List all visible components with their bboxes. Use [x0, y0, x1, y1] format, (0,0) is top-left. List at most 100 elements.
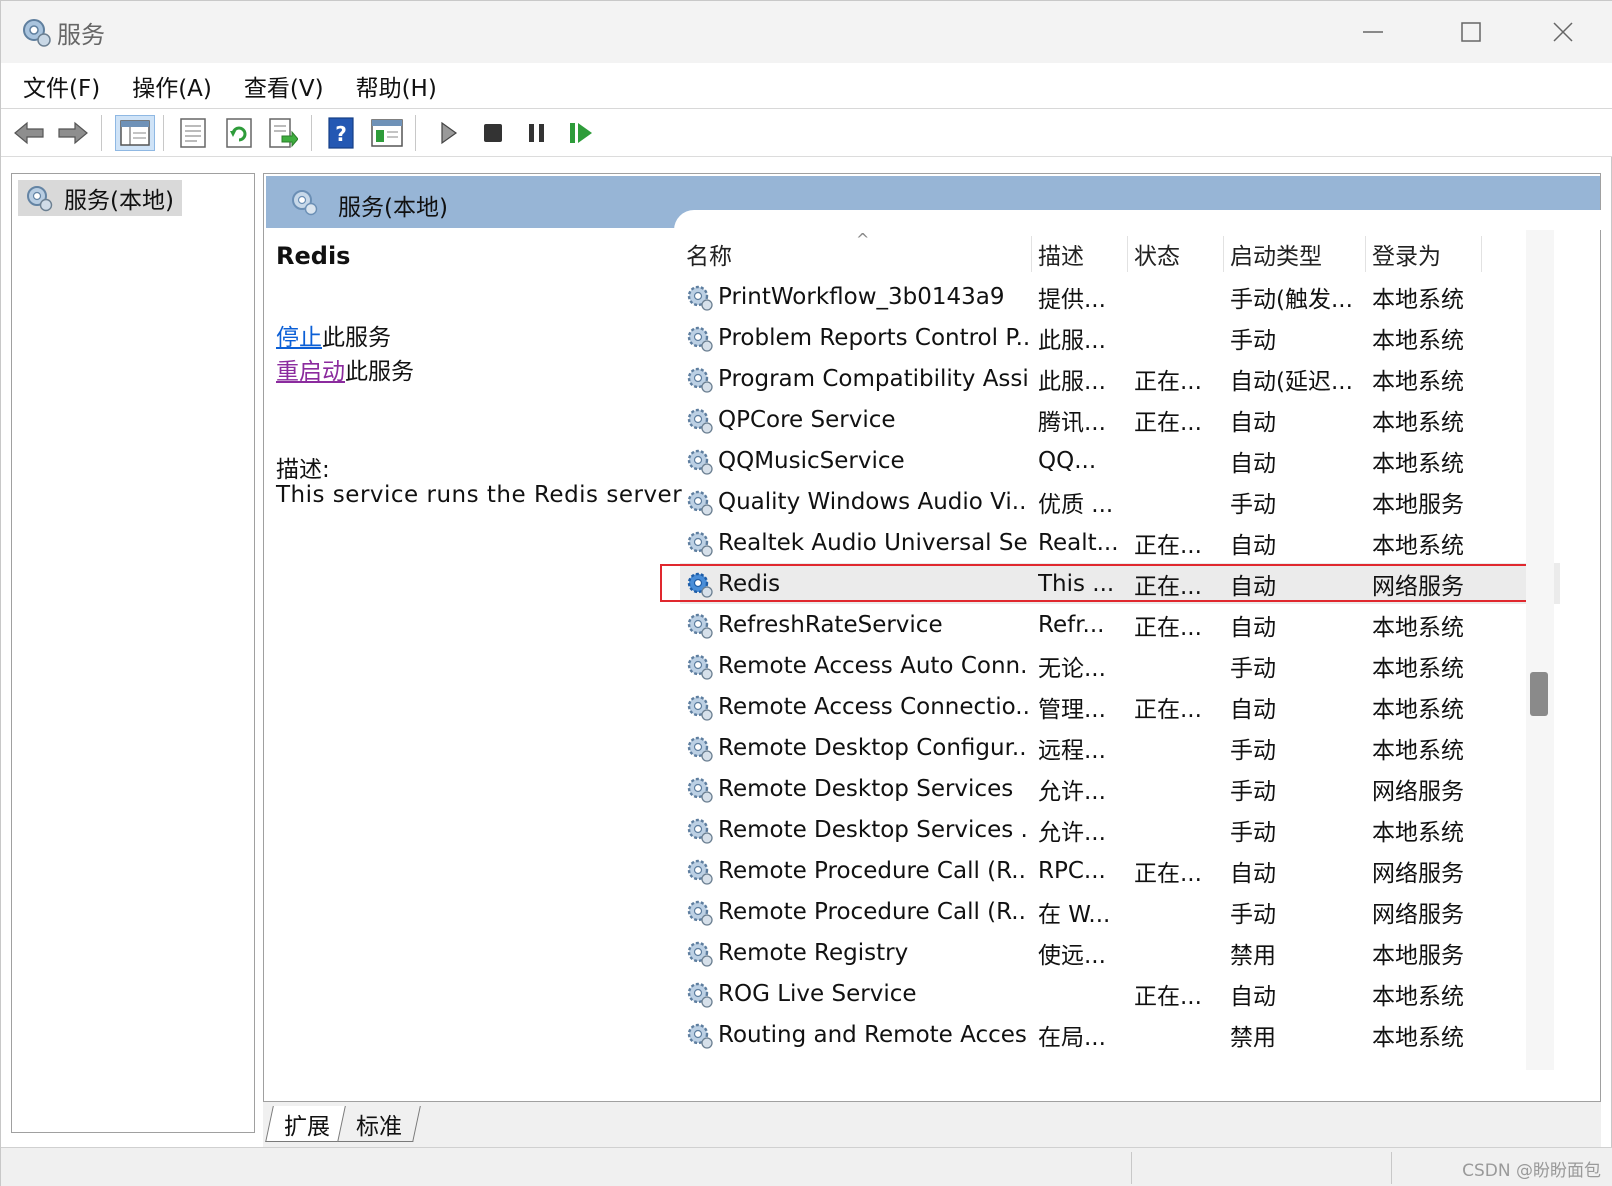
- service-name: Routing and Remote Access: [718, 1021, 1028, 1048]
- service-row[interactable]: Redis This ... 正在... 自动 网络服务: [680, 563, 1560, 604]
- toolbar-separator: [311, 115, 312, 151]
- restart-action: 重启动此服务: [276, 352, 414, 386]
- console-tree: 服务(本地): [11, 173, 255, 1133]
- forward-button[interactable]: [55, 115, 91, 151]
- menu-file[interactable]: 文件(F): [23, 69, 100, 103]
- stop-service-icon: [484, 124, 502, 142]
- service-status: [1134, 317, 1224, 358]
- service-name: Quality Windows Audio Vi...: [718, 488, 1028, 515]
- service-name: Program Compatibility Assi...: [718, 365, 1028, 392]
- help-button[interactable]: ?: [323, 115, 359, 151]
- service-logon: 本地系统: [1372, 655, 1464, 682]
- service-description: 允许...: [1038, 819, 1106, 846]
- service-logon: 本地系统: [1372, 737, 1464, 764]
- service-status: 正在...: [1134, 860, 1202, 887]
- service-row[interactable]: Remote Registry 使远... 禁用 本地服务: [680, 932, 1560, 973]
- service-logon: 本地系统: [1372, 409, 1464, 436]
- svg-text:?: ?: [335, 122, 347, 146]
- service-row[interactable]: PrintWorkflow_3b0143a9 提供... 手动(触发... 本地系统: [680, 276, 1560, 317]
- view-button[interactable]: [369, 115, 405, 151]
- service-startup-type: 禁用: [1230, 942, 1276, 969]
- service-gear-icon: [682, 358, 716, 399]
- service-status: 正在...: [1134, 983, 1202, 1010]
- service-status: [1134, 481, 1224, 522]
- service-description: Realt...: [1038, 529, 1119, 556]
- stop-service-button[interactable]: [475, 115, 511, 151]
- service-row[interactable]: Remote Access Auto Conn... 无论... 手动 本地系统: [680, 645, 1560, 686]
- restart-service-icon: [570, 123, 592, 143]
- vertical-scrollbar[interactable]: [1526, 230, 1554, 1070]
- service-name: RefreshRateService: [718, 611, 943, 638]
- service-row[interactable]: Program Compatibility Assi... 此服... 正在... 自…: [680, 358, 1560, 399]
- scrollbar-thumb[interactable]: [1530, 672, 1548, 716]
- forward-icon: [58, 121, 88, 145]
- service-startup-type: 自动: [1230, 983, 1276, 1010]
- view-icon: [371, 119, 403, 147]
- title-bar: 服务: [1, 1, 1612, 63]
- close-button[interactable]: [1517, 9, 1609, 55]
- menu-help[interactable]: 帮助(H): [356, 69, 437, 103]
- export-list-button[interactable]: [265, 115, 301, 151]
- status-divider: [1391, 1152, 1392, 1184]
- minimize-button[interactable]: [1327, 9, 1419, 55]
- service-row[interactable]: QQMusicService QQ... 自动 本地系统: [680, 440, 1560, 481]
- service-row[interactable]: Problem Reports Control P... 此服... 手动 本地系统: [680, 317, 1560, 358]
- toolbar-separator: [415, 115, 416, 151]
- menu-view[interactable]: 查看(V): [244, 69, 324, 103]
- service-gear-icon: [682, 809, 716, 850]
- service-name: Remote Procedure Call (R...: [718, 898, 1028, 925]
- service-description: 此服...: [1038, 327, 1106, 354]
- service-status: [1134, 440, 1224, 481]
- service-row[interactable]: Realtek Audio Universal Se... Realt... 正在.…: [680, 522, 1560, 563]
- service-description: 此服...: [1038, 368, 1106, 395]
- column-header-logon[interactable]: 登录为: [1366, 236, 1482, 272]
- menu-action[interactable]: 操作(A): [132, 69, 212, 103]
- service-row[interactable]: Routing and Remote Access 在局... 禁用 本地系统: [680, 1014, 1560, 1055]
- service-row[interactable]: Remote Procedure Call (R... RPC... 正在... 自动…: [680, 850, 1560, 891]
- service-gear-icon: [682, 1014, 716, 1055]
- service-startup-type: 自动(延迟...: [1230, 368, 1353, 395]
- tab-standard[interactable]: 标准: [337, 1106, 421, 1142]
- service-description: 腾讯...: [1038, 409, 1106, 436]
- service-row[interactable]: Quality Windows Audio Vi... 优质 ... 手动 本地服务: [680, 481, 1560, 522]
- stop-service-link[interactable]: 停止: [276, 325, 322, 351]
- tree-item-services-local[interactable]: 服务(本地): [18, 180, 182, 216]
- properties-button[interactable]: [175, 115, 211, 151]
- service-row[interactable]: Remote Access Connectio... 管理... 正在... 自动 本地…: [680, 686, 1560, 727]
- service-startup-type: 自动: [1230, 860, 1276, 887]
- back-button[interactable]: [11, 115, 47, 151]
- column-header-name[interactable]: 名称 ^: [680, 230, 1032, 272]
- service-row[interactable]: Remote Desktop Configur... 远程... 手动 本地系统: [680, 727, 1560, 768]
- service-row[interactable]: Remote Desktop Services ... 允许... 手动 本地系统: [680, 809, 1560, 850]
- service-row[interactable]: RefreshRateService Refr... 正在... 自动 本地系统: [680, 604, 1560, 645]
- service-row[interactable]: QPCore Service 腾讯... 正在... 自动 本地系统: [680, 399, 1560, 440]
- service-row[interactable]: Remote Desktop Services 允许... 手动 网络服务: [680, 768, 1560, 809]
- service-logon: 本地系统: [1372, 368, 1464, 395]
- service-startup-type: 自动: [1230, 696, 1276, 723]
- pause-service-button[interactable]: [519, 115, 555, 151]
- start-service-button[interactable]: [431, 115, 467, 151]
- refresh-button[interactable]: [221, 115, 257, 151]
- help-icon: ?: [328, 117, 354, 149]
- service-row[interactable]: Remote Procedure Call (R... 在 W... 手动 网络服务: [680, 891, 1560, 932]
- tab-extended[interactable]: 扩展: [265, 1106, 349, 1142]
- service-row[interactable]: ROG Live Service 正在... 自动 本地系统: [680, 973, 1560, 1014]
- stop-action-suffix: 此服务: [322, 325, 391, 351]
- service-startup-type: 手动: [1230, 655, 1276, 682]
- column-header-status[interactable]: 状态: [1128, 236, 1224, 272]
- column-header-desc[interactable]: 描述: [1032, 236, 1128, 272]
- service-status: [1134, 768, 1224, 809]
- service-name: Remote Desktop Services: [718, 775, 1014, 802]
- restart-service-button[interactable]: [563, 115, 599, 151]
- service-startup-type: 手动: [1230, 327, 1276, 354]
- service-logon: 本地系统: [1372, 532, 1464, 559]
- service-name: Problem Reports Control P...: [718, 324, 1028, 351]
- list-header: 名称 ^ 描述 状态 启动类型 登录为: [680, 230, 1560, 274]
- selected-service-title: Redis: [276, 242, 351, 270]
- maximize-button[interactable]: [1425, 9, 1517, 55]
- service-logon: 本地系统: [1372, 450, 1464, 477]
- column-header-startup-type[interactable]: 启动类型: [1224, 236, 1366, 272]
- panel-header-notch: [674, 210, 1604, 230]
- restart-service-link[interactable]: 重启动: [276, 359, 345, 385]
- show-hide-tree-button[interactable]: [115, 115, 155, 151]
